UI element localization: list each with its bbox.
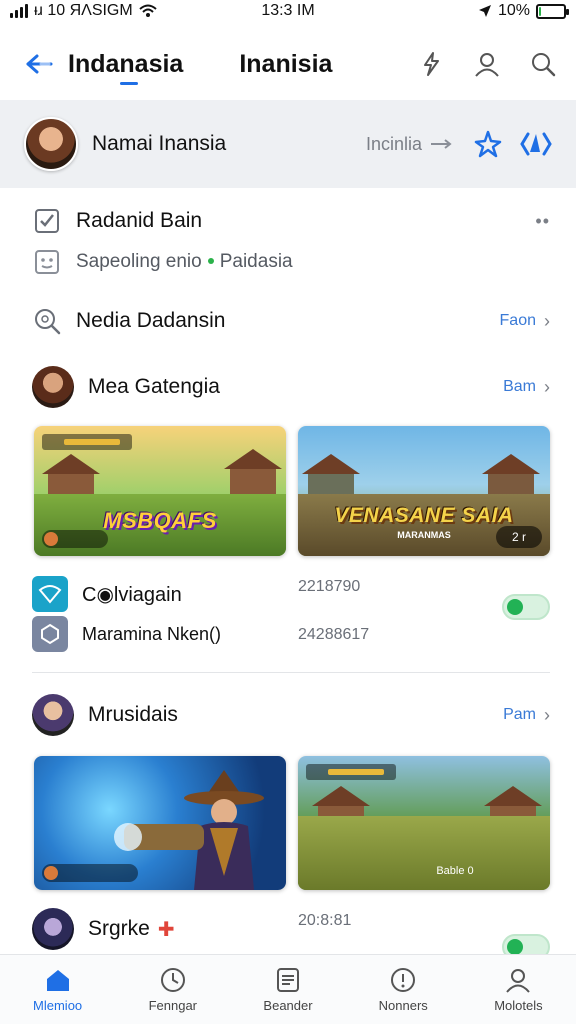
search-row[interactable]: Nedia Dadansin Faon › (0, 300, 576, 342)
search-icon[interactable] (528, 49, 558, 79)
status-left: ᵻɹ 10 ЯɅSIGM (10, 2, 157, 20)
app-icon (32, 576, 68, 612)
magnify-icon (32, 306, 62, 336)
avatar (32, 694, 74, 736)
list-item-label: Maramina Nken() (82, 623, 222, 644)
header-subtitle[interactable]: Inanisia (239, 50, 332, 79)
checkbox-icon[interactable] (32, 206, 62, 236)
profile-actions (474, 130, 552, 158)
nav-item-profile[interactable]: Molotels (461, 955, 576, 1024)
list-item-number: 20:8:81 (298, 912, 352, 929)
avatar (32, 908, 74, 950)
nav-item-history[interactable]: Fenngar (115, 955, 230, 1024)
battery-fill (539, 6, 542, 16)
app-header: Indanasia Inanisia (0, 36, 576, 92)
home-icon (44, 966, 72, 994)
section-title: Mrusidais (88, 703, 178, 726)
profile-name: Namai Inansia (92, 132, 227, 155)
game-card[interactable]: Bable 0 (298, 756, 550, 890)
plus-icon[interactable]: ✚ (158, 917, 175, 942)
avatar[interactable] (24, 117, 78, 171)
bottom-nav: Mlemioo Fenngar Beander Nonners Molotels (0, 954, 576, 1024)
header-actions (416, 49, 558, 79)
nav-item-notifications[interactable]: Nonners (346, 955, 461, 1024)
game-card[interactable]: MSBQAFS (34, 426, 286, 556)
location-icon (478, 5, 491, 17)
hud-bar (42, 434, 132, 450)
section-action-label: Pam (503, 706, 536, 723)
task-row[interactable]: Radanid Bain •• (0, 200, 576, 242)
arrow-right-icon (431, 139, 452, 149)
sub-label: Sapeoling enio Paidasia (76, 251, 293, 273)
search-action[interactable]: Faon › (500, 311, 550, 332)
sub-row[interactable]: Sapeoling enio Paidasia (0, 242, 576, 282)
list-item-label: C◉lviagain (82, 583, 182, 606)
list-item-number: 24288617 (298, 626, 370, 643)
list-item[interactable]: Srgrke ✚ 20:8:81 (0, 906, 576, 960)
nav-label: Nonners (378, 998, 428, 1013)
search-label: Nedia Dadansin (76, 309, 226, 332)
carrier-text: ᵻɹ 10 ЯɅSIGM (34, 2, 133, 19)
divider (32, 672, 550, 673)
nav-label: Fenngar (148, 998, 198, 1013)
hero-character (114, 770, 264, 890)
nav-item-home[interactable]: Mlemioo (0, 955, 115, 1024)
profile-bar[interactable]: Namai Inansia Incinlia (0, 100, 576, 188)
section-action-label: Bam (503, 378, 536, 395)
signal-icon (10, 4, 28, 18)
task-label: Radanid Bain (76, 209, 203, 232)
wifi-icon (139, 4, 157, 17)
list-item-number: 2218790 (298, 578, 361, 595)
bell-icon (389, 966, 417, 994)
game-card[interactable]: VENASANE SAIA MARANMAS 2 r (298, 426, 550, 556)
clock-icon (159, 966, 187, 994)
list-item[interactable]: C◉lviagain 2218790 (0, 574, 576, 620)
section-action[interactable]: Pam › (503, 705, 550, 726)
hud-bar (306, 764, 396, 780)
chat-icon (32, 247, 62, 277)
chevron-right-icon: › (544, 704, 550, 725)
battery-icon (536, 3, 569, 19)
section-header[interactable]: Mrusidais Pam › (0, 692, 576, 738)
pin-icon[interactable] (474, 130, 502, 158)
section-action[interactable]: Bam › (503, 377, 550, 398)
game-card[interactable] (34, 756, 286, 890)
player-badge (42, 530, 108, 548)
user-icon[interactable] (472, 49, 502, 79)
nav-label: Beander (263, 998, 313, 1013)
share-icon[interactable] (416, 49, 446, 79)
nav-label: Mlemioo (33, 998, 83, 1013)
battery-text: 10% (497, 2, 530, 19)
header-title[interactable]: Indanasia (68, 50, 183, 79)
app-icon (32, 616, 68, 652)
status-right: 10% (478, 2, 569, 20)
grid-icon (274, 966, 302, 994)
avatar (32, 366, 74, 408)
section-header[interactable]: Mea Gatengia Bam › (0, 364, 576, 410)
more-icon[interactable]: •• (535, 211, 550, 232)
profile-meta[interactable]: Incinlia (366, 134, 452, 155)
active-tab-indicator (120, 82, 138, 85)
broadcast-icon[interactable] (520, 130, 552, 158)
status-bar: ᵻɹ 10 ЯɅSIGM 13:3 IM 10% (0, 0, 576, 22)
sub-label-text: Sapeoling enio (76, 251, 202, 272)
chevron-right-icon: › (544, 376, 550, 397)
status-dot (207, 258, 214, 264)
card-corner-badge: 2 r (496, 526, 542, 548)
search-action-label: Faon (499, 312, 536, 329)
section-title: Mea Gatengia (88, 375, 220, 398)
back-arrow-icon[interactable] (22, 47, 56, 81)
card-corner-badge: Bable 0 (436, 865, 474, 877)
nav-label: Molotels (494, 998, 543, 1013)
game-logo: VENASANE SAIA (334, 504, 514, 527)
sub-extra: Paidasia (219, 251, 293, 272)
chevron-right-icon: › (544, 310, 550, 331)
list-item[interactable]: Maramina Nken() 24288617 (0, 614, 576, 654)
player-badge (42, 864, 138, 882)
person-icon (504, 966, 532, 994)
profile-meta-text: Incinlia (365, 133, 422, 154)
list-item-label: Srgrke (88, 917, 150, 940)
nav-item-browse[interactable]: Beander (230, 955, 345, 1024)
